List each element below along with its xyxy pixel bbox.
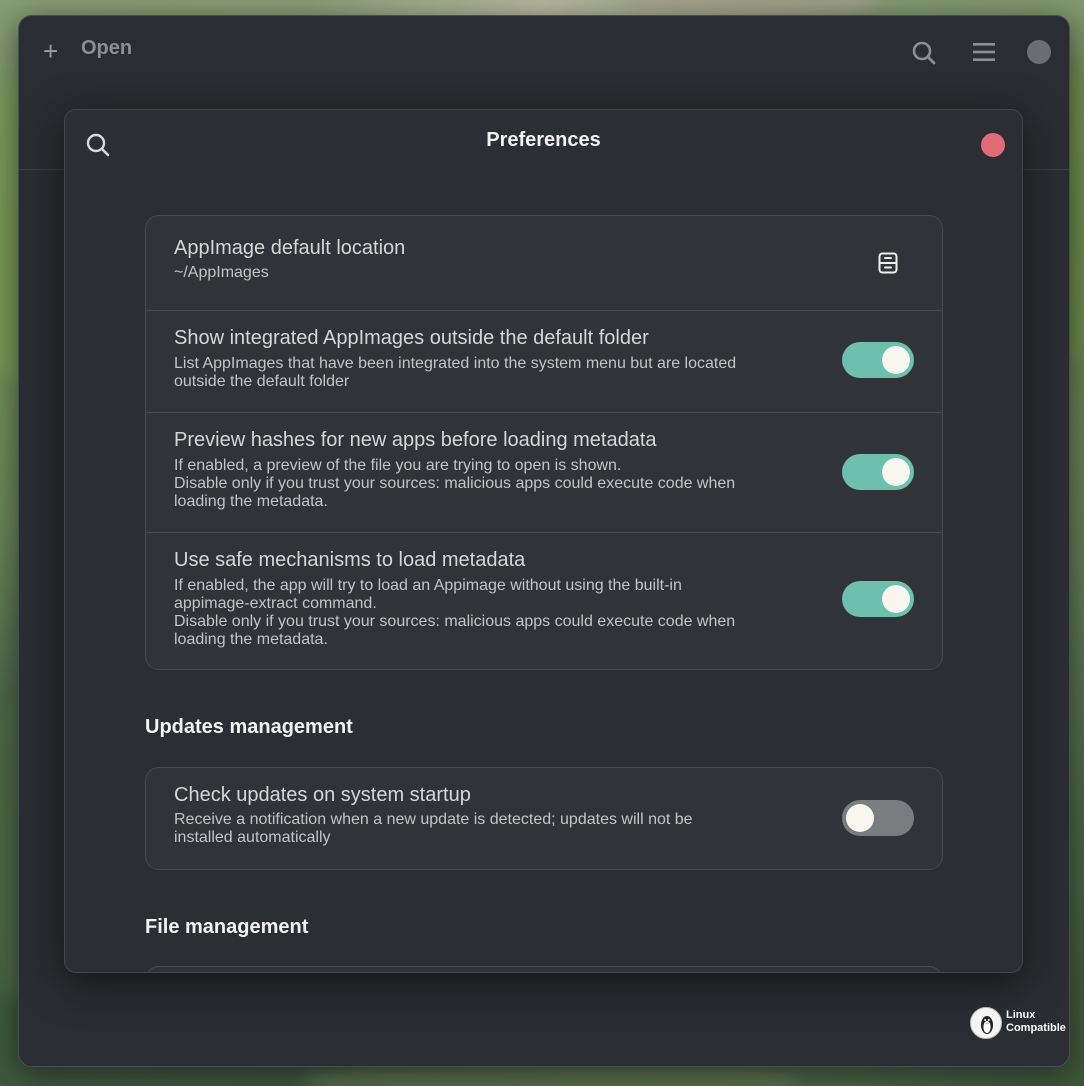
- toggle-knob: [882, 458, 910, 486]
- preview-hashes-description: If enabled, a preview of the file you ar…: [174, 457, 834, 511]
- check-updates-title: Check updates on system startup: [174, 784, 471, 806]
- hamburger-menu-icon[interactable]: [973, 42, 995, 67]
- dialog-title: Preferences: [486, 129, 601, 151]
- toggle-knob: [882, 346, 910, 374]
- description-line: Disable only if you trust your sources: …: [174, 475, 736, 492]
- description-line: Receive a notification when a new update…: [174, 811, 693, 828]
- toggle-knob: [882, 585, 910, 613]
- description-line: loading the metadata.: [174, 493, 328, 510]
- open-button[interactable]: Open: [81, 37, 132, 60]
- close-button[interactable]: [981, 133, 1005, 157]
- check-updates-row: Check updates on system startup Receive …: [146, 768, 942, 869]
- description-line: loading the metadata.: [174, 631, 328, 648]
- preview-hashes-title: Preview hashes for new apps before loadi…: [174, 429, 657, 451]
- description-line: List AppImages that have been integrated…: [174, 355, 737, 372]
- updates-section-title: Updates management: [145, 716, 353, 738]
- location-title: AppImage default location: [174, 237, 406, 259]
- location-path: ~/AppImages: [174, 264, 269, 281]
- safe-mechanisms-title: Use safe mechanisms to load metadata: [174, 549, 526, 571]
- file-settings-group: [145, 966, 943, 972]
- badge-line: Linux: [1006, 1009, 1036, 1021]
- location-row[interactable]: AppImage default location ~/AppImages: [146, 216, 942, 311]
- check-updates-toggle[interactable]: [842, 800, 914, 836]
- preview-hashes-toggle[interactable]: [842, 454, 914, 490]
- check-updates-description: Receive a notification when a new update…: [174, 811, 834, 847]
- description-line: If enabled, the app will try to load an …: [174, 577, 682, 594]
- toggle-knob: [846, 804, 874, 832]
- show-integrated-title: Show integrated AppImages outside the de…: [174, 327, 649, 349]
- description-line: installed automatically: [174, 829, 331, 846]
- preferences-dialog: Preferences AppImage default location ~/…: [64, 109, 1023, 973]
- badge-line: Compatible: [1006, 1022, 1066, 1034]
- description-line: If enabled, a preview of the file you ar…: [174, 457, 622, 474]
- avatar[interactable]: [1027, 40, 1051, 64]
- description-line: outside the default folder: [174, 373, 350, 390]
- show-integrated-row: Show integrated AppImages outside the de…: [146, 311, 942, 413]
- description-line: appimage-extract command.: [174, 595, 377, 612]
- preview-hashes-row: Preview hashes for new apps before loadi…: [146, 413, 942, 533]
- header-bar: + Open: [19, 16, 1069, 84]
- show-integrated-description: List AppImages that have been integrated…: [174, 355, 834, 391]
- search-icon[interactable]: [911, 40, 937, 71]
- file-management-section-title: File management: [145, 916, 309, 938]
- badge-text: Linux Compatible: [1006, 1009, 1066, 1035]
- file-cabinet-icon[interactable]: [878, 252, 898, 279]
- safe-mechanisms-toggle[interactable]: [842, 581, 914, 617]
- safe-mechanisms-row: Use safe mechanisms to load metadata If …: [146, 533, 942, 669]
- general-settings-group: AppImage default location ~/AppImages Sh…: [145, 215, 943, 670]
- safe-mechanisms-description: If enabled, the app will try to load an …: [174, 577, 834, 649]
- show-integrated-toggle[interactable]: [842, 342, 914, 378]
- plus-icon[interactable]: +: [43, 38, 58, 64]
- tux-logo-icon: [970, 1007, 1002, 1039]
- description-line: Disable only if you trust your sources: …: [174, 613, 736, 630]
- updates-settings-group: Check updates on system startup Receive …: [145, 767, 943, 870]
